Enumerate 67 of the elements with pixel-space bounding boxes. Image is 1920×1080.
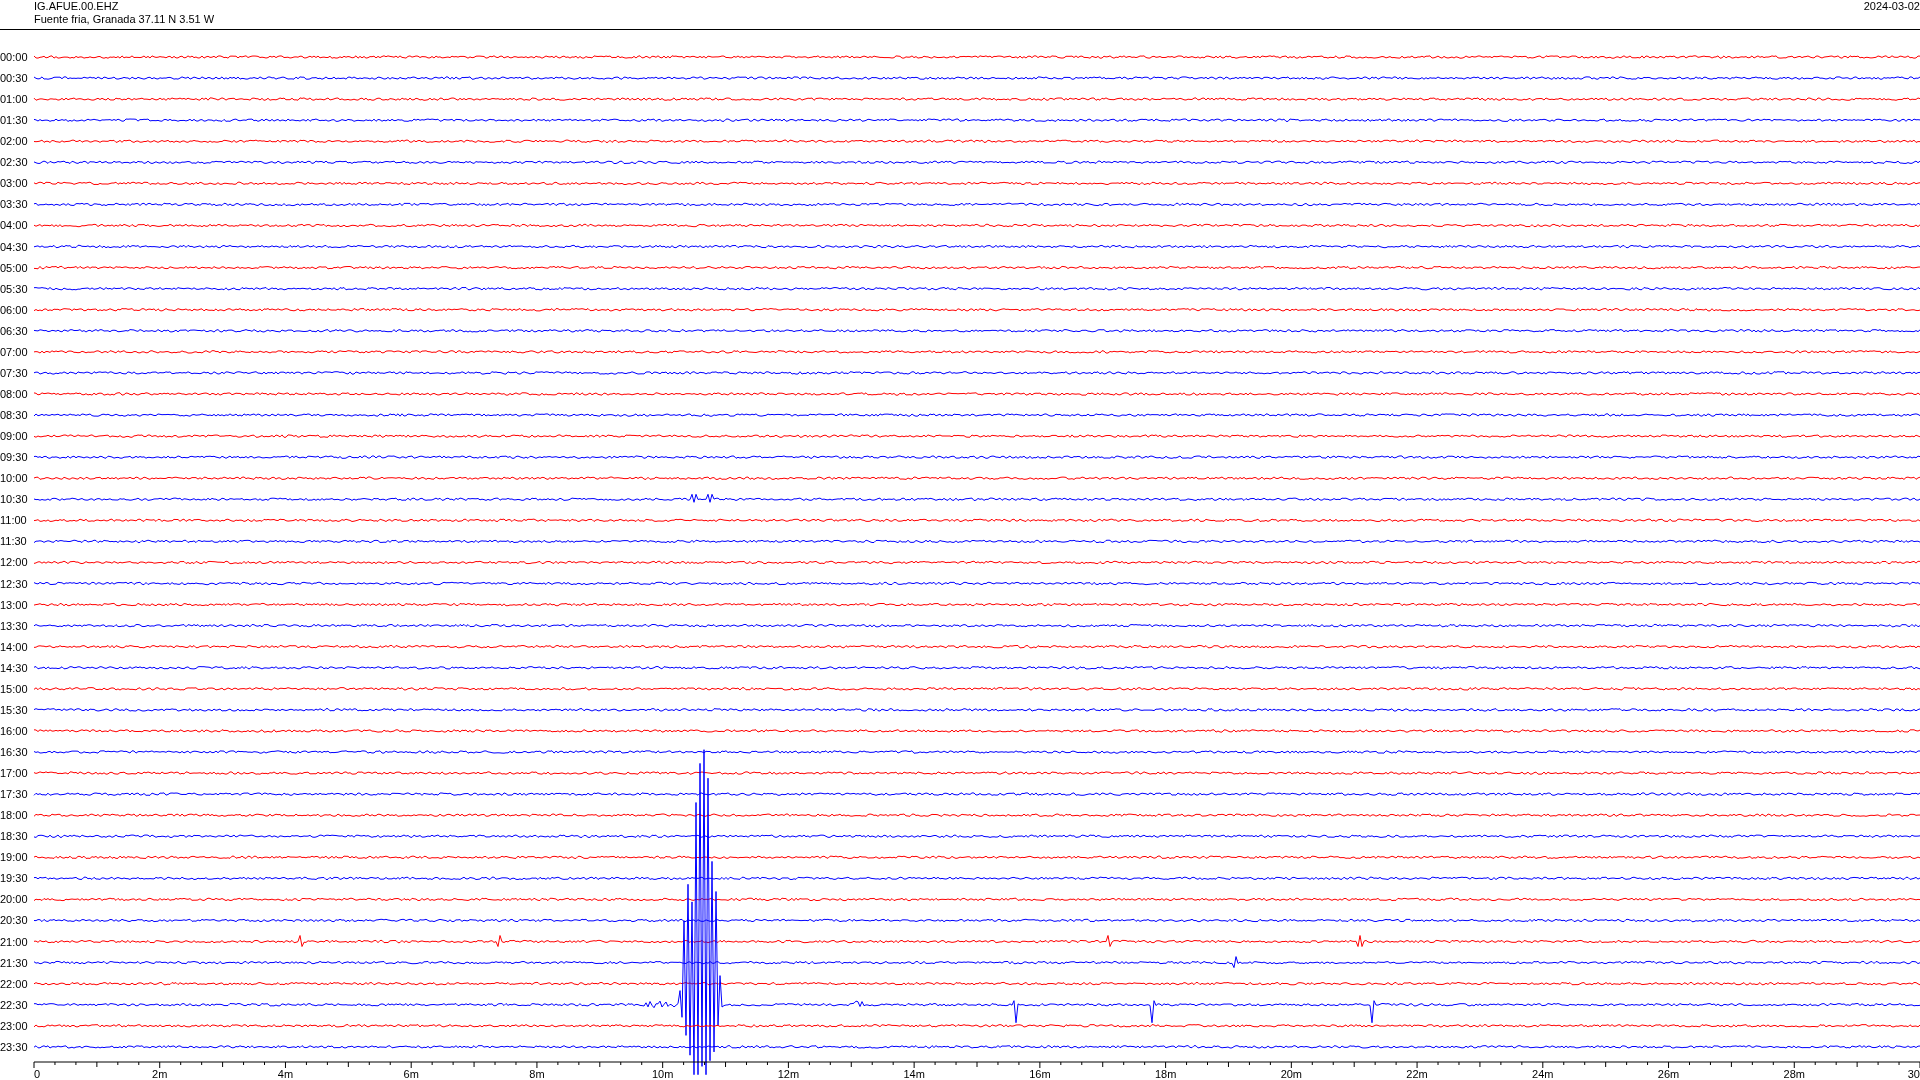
time-label: 20:00 — [0, 893, 28, 906]
time-label: 02:30 — [0, 156, 28, 169]
axis-tick-label: 24m — [1532, 1068, 1554, 1079]
axis-tick-label: 16m — [1029, 1068, 1051, 1079]
time-label: 23:30 — [0, 1040, 28, 1053]
time-label: 00:30 — [0, 72, 28, 85]
time-label: 23:00 — [0, 1019, 28, 1032]
axis-tick-label: 28m — [1783, 1068, 1805, 1079]
axis-tick-label: 4m — [277, 1068, 294, 1079]
time-label: 04:00 — [0, 219, 28, 232]
time-label: 05:00 — [0, 261, 28, 274]
time-label: 11:30 — [0, 535, 27, 548]
time-label: 07:30 — [0, 366, 28, 379]
time-label: 04:30 — [0, 240, 28, 253]
time-label: 19:00 — [0, 851, 28, 864]
time-label: 06:00 — [0, 303, 28, 316]
axis-tick-label: 12m — [777, 1068, 800, 1079]
axis-tick-label: 2m — [152, 1068, 168, 1079]
time-label: 14:30 — [0, 661, 28, 674]
time-label: 03:30 — [0, 198, 28, 211]
time-label: 08:00 — [0, 387, 28, 400]
time-label: 08:30 — [0, 409, 28, 421]
time-label: 09:30 — [0, 451, 28, 464]
time-label: 05:30 — [0, 282, 28, 295]
time-label: 12:00 — [0, 556, 28, 569]
time-label: 19:30 — [0, 872, 28, 885]
axis-tick-label: 18m — [1154, 1068, 1177, 1079]
axis-tick-label: 26m — [1657, 1068, 1680, 1079]
time-label: 11:00 — [0, 514, 27, 527]
axis-tick-label: 10m — [651, 1068, 674, 1079]
axis-tick-label: 0 — [34, 1068, 41, 1079]
time-label: 14:00 — [0, 640, 28, 653]
time-label: 06:30 — [0, 324, 28, 337]
time-label: 22:30 — [0, 998, 28, 1011]
axis-tick-label: 20m — [1280, 1068, 1303, 1079]
time-label: 20:30 — [0, 914, 28, 927]
time-label: 13:30 — [0, 619, 28, 632]
axis-tick-label: 8m — [529, 1068, 545, 1079]
time-label: 21:00 — [0, 935, 28, 948]
axis-tick-label: 6m — [403, 1068, 419, 1079]
date-label: 2024-03-02 — [1863, 0, 1920, 13]
station-code: IG.AFUE.00.EHZ — [34, 0, 120, 13]
time-label: 21:30 — [0, 956, 28, 969]
time-label: 18:00 — [0, 809, 28, 822]
time-label: 17:30 — [0, 788, 28, 801]
station-location: Fuente fria, Granada 37.11 N 3.51 W — [34, 13, 215, 26]
time-label: 00:00 — [0, 51, 28, 63]
axis-tick-label: 14m — [903, 1068, 925, 1079]
time-label: 09:00 — [0, 430, 28, 443]
time-label: 17:00 — [0, 767, 28, 780]
time-label: 22:00 — [0, 977, 28, 990]
time-label: 03:00 — [0, 177, 28, 190]
time-label: 15:30 — [0, 703, 28, 716]
axis-tick-label: 30 — [1907, 1068, 1920, 1079]
time-label: 10:30 — [0, 493, 28, 506]
time-label: 16:00 — [0, 724, 28, 737]
axis-tick-label: 22m — [1406, 1068, 1428, 1079]
time-label: 15:00 — [0, 682, 28, 695]
time-label: 07:00 — [0, 345, 28, 358]
time-label: 10:00 — [0, 472, 28, 485]
time-label: 13:00 — [0, 598, 28, 611]
time-label: 18:30 — [0, 830, 28, 843]
time-label: 12:30 — [0, 577, 28, 590]
time-label: 01:00 — [0, 93, 28, 106]
time-label: 16:30 — [0, 746, 28, 758]
time-label: 02:00 — [0, 135, 28, 148]
time-label: 01:30 — [0, 114, 28, 127]
